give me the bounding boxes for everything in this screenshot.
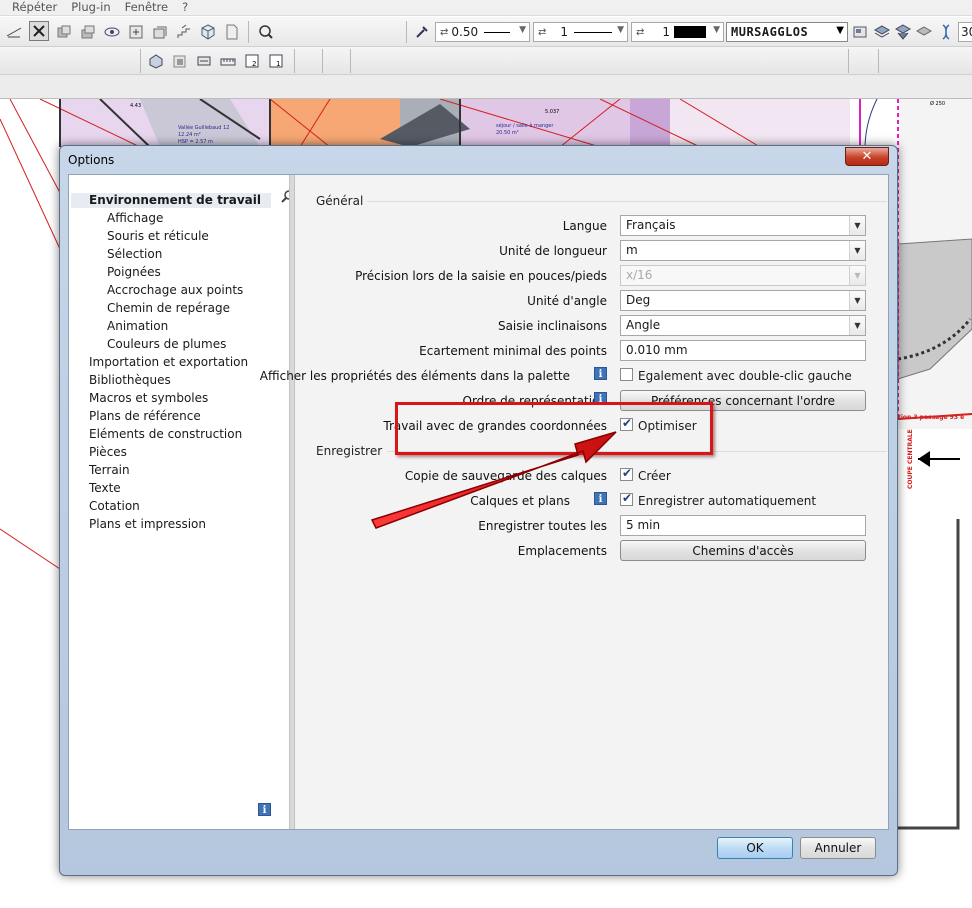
annotation-arrow xyxy=(370,431,617,529)
annotation-arrow-layer xyxy=(370,431,617,529)
